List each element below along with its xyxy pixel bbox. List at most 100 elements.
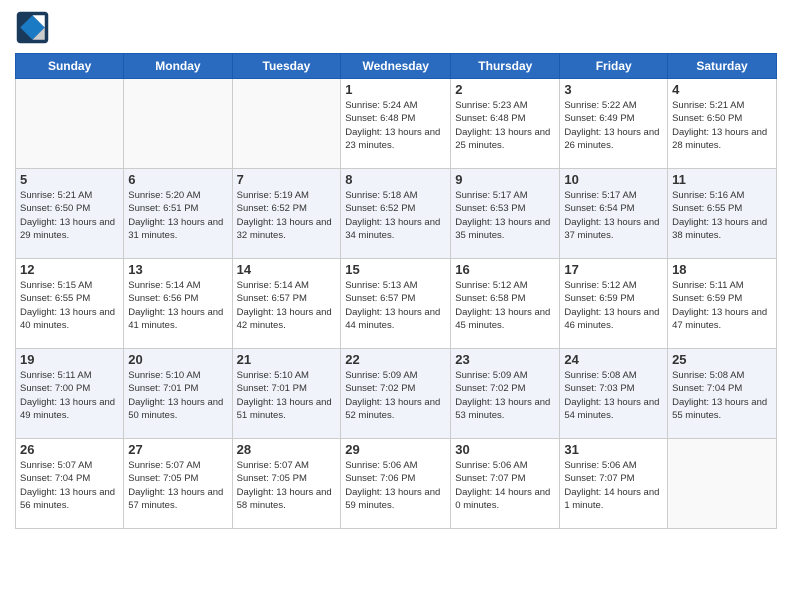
day-of-week-header: Tuesday <box>232 54 341 79</box>
day-number: 6 <box>128 172 227 187</box>
day-info: Sunrise: 5:14 AM Sunset: 6:57 PM Dayligh… <box>237 279 337 332</box>
day-info: Sunrise: 5:21 AM Sunset: 6:50 PM Dayligh… <box>20 189 119 242</box>
calendar-cell: 6 Sunrise: 5:20 AM Sunset: 6:51 PM Daylig… <box>124 169 232 259</box>
calendar-cell: 12 Sunrise: 5:15 AM Sunset: 6:55 PM Dayli… <box>16 259 124 349</box>
day-info: Sunrise: 5:11 AM Sunset: 7:00 PM Dayligh… <box>20 369 119 422</box>
day-number: 4 <box>672 82 772 97</box>
day-info: Sunrise: 5:23 AM Sunset: 6:48 PM Dayligh… <box>455 99 555 152</box>
day-number: 28 <box>237 442 337 457</box>
day-number: 29 <box>345 442 446 457</box>
days-header-row: SundayMondayTuesdayWednesdayThursdayFrid… <box>16 54 777 79</box>
day-info: Sunrise: 5:07 AM Sunset: 7:05 PM Dayligh… <box>237 459 337 512</box>
day-of-week-header: Thursday <box>451 54 560 79</box>
day-number: 22 <box>345 352 446 367</box>
day-number: 8 <box>345 172 446 187</box>
day-info: Sunrise: 5:06 AM Sunset: 7:07 PM Dayligh… <box>455 459 555 512</box>
calendar-cell: 5 Sunrise: 5:21 AM Sunset: 6:50 PM Daylig… <box>16 169 124 259</box>
calendar-cell: 1 Sunrise: 5:24 AM Sunset: 6:48 PM Daylig… <box>341 79 451 169</box>
calendar-cell: 3Sunrise: 5:22 AM Sunset: 6:49 PM Daylig… <box>560 79 668 169</box>
calendar-cell: 7 Sunrise: 5:19 AM Sunset: 6:52 PM Daylig… <box>232 169 341 259</box>
calendar-cell: 20 Sunrise: 5:10 AM Sunset: 7:01 PM Dayli… <box>124 349 232 439</box>
calendar-cell: 19 Sunrise: 5:11 AM Sunset: 7:00 PM Dayli… <box>16 349 124 439</box>
day-number: 19 <box>20 352 119 367</box>
calendar-cell: 14 Sunrise: 5:14 AM Sunset: 6:57 PM Dayli… <box>232 259 341 349</box>
calendar-cell: 10 Sunrise: 5:17 AM Sunset: 6:54 PM Dayli… <box>560 169 668 259</box>
day-number: 17 <box>564 262 663 277</box>
calendar-cell: 11Sunrise: 5:16 AM Sunset: 6:55 PM Dayli… <box>668 169 777 259</box>
day-number: 25 <box>672 352 772 367</box>
day-info: Sunrise: 5:12 AM Sunset: 6:58 PM Dayligh… <box>455 279 555 332</box>
day-number: 1 <box>345 82 446 97</box>
calendar-week-row: 26 Sunrise: 5:07 AM Sunset: 7:04 PM Dayli… <box>16 439 777 529</box>
header <box>15 10 777 45</box>
day-number: 9 <box>455 172 555 187</box>
day-info: Sunrise: 5:09 AM Sunset: 7:02 PM Dayligh… <box>345 369 446 422</box>
day-info: Sunrise: 5:17 AM Sunset: 6:53 PM Dayligh… <box>455 189 555 242</box>
calendar-cell: 24 Sunrise: 5:08 AM Sunset: 7:03 PM Dayli… <box>560 349 668 439</box>
day-number: 5 <box>20 172 119 187</box>
calendar-cell: 9 Sunrise: 5:17 AM Sunset: 6:53 PM Daylig… <box>451 169 560 259</box>
day-of-week-header: Friday <box>560 54 668 79</box>
day-info: Sunrise: 5:10 AM Sunset: 7:01 PM Dayligh… <box>237 369 337 422</box>
calendar-cell: 22 Sunrise: 5:09 AM Sunset: 7:02 PM Dayli… <box>341 349 451 439</box>
calendar-cell <box>16 79 124 169</box>
day-info: Sunrise: 5:07 AM Sunset: 7:05 PM Dayligh… <box>128 459 227 512</box>
calendar-cell: 26 Sunrise: 5:07 AM Sunset: 7:04 PM Dayli… <box>16 439 124 529</box>
day-number: 21 <box>237 352 337 367</box>
calendar-cell: 31 Sunrise: 5:06 AM Sunset: 7:07 PM Dayli… <box>560 439 668 529</box>
day-info: Sunrise: 5:10 AM Sunset: 7:01 PM Dayligh… <box>128 369 227 422</box>
calendar-cell: 2 Sunrise: 5:23 AM Sunset: 6:48 PM Daylig… <box>451 79 560 169</box>
day-info: Sunrise: 5:18 AM Sunset: 6:52 PM Dayligh… <box>345 189 446 242</box>
day-of-week-header: Sunday <box>16 54 124 79</box>
day-info: Sunrise: 5:24 AM Sunset: 6:48 PM Dayligh… <box>345 99 446 152</box>
day-number: 2 <box>455 82 555 97</box>
day-number: 27 <box>128 442 227 457</box>
day-number: 26 <box>20 442 119 457</box>
calendar-cell: 4Sunrise: 5:21 AM Sunset: 6:50 PM Daylig… <box>668 79 777 169</box>
day-info: Sunrise: 5:17 AM Sunset: 6:54 PM Dayligh… <box>564 189 663 242</box>
day-info: Sunrise: 5:19 AM Sunset: 6:52 PM Dayligh… <box>237 189 337 242</box>
calendar-cell: 18Sunrise: 5:11 AM Sunset: 6:59 PM Dayli… <box>668 259 777 349</box>
day-number: 10 <box>564 172 663 187</box>
calendar-cell: 17 Sunrise: 5:12 AM Sunset: 6:59 PM Dayli… <box>560 259 668 349</box>
day-info: Sunrise: 5:16 AM Sunset: 6:55 PM Dayligh… <box>672 189 772 242</box>
day-info: Sunrise: 5:08 AM Sunset: 7:04 PM Dayligh… <box>672 369 772 422</box>
calendar-cell: 15Sunrise: 5:13 AM Sunset: 6:57 PM Dayli… <box>341 259 451 349</box>
day-info: Sunrise: 5:15 AM Sunset: 6:55 PM Dayligh… <box>20 279 119 332</box>
calendar-cell: 16 Sunrise: 5:12 AM Sunset: 6:58 PM Dayli… <box>451 259 560 349</box>
day-info: Sunrise: 5:08 AM Sunset: 7:03 PM Dayligh… <box>564 369 663 422</box>
logo <box>15 10 50 45</box>
day-number: 20 <box>128 352 227 367</box>
calendar-cell: 8 Sunrise: 5:18 AM Sunset: 6:52 PM Daylig… <box>341 169 451 259</box>
calendar-cell: 30 Sunrise: 5:06 AM Sunset: 7:07 PM Dayli… <box>451 439 560 529</box>
day-info: Sunrise: 5:07 AM Sunset: 7:04 PM Dayligh… <box>20 459 119 512</box>
calendar-cell: 21 Sunrise: 5:10 AM Sunset: 7:01 PM Dayli… <box>232 349 341 439</box>
day-info: Sunrise: 5:14 AM Sunset: 6:56 PM Dayligh… <box>128 279 227 332</box>
day-info: Sunrise: 5:20 AM Sunset: 6:51 PM Dayligh… <box>128 189 227 242</box>
calendar-week-row: 12 Sunrise: 5:15 AM Sunset: 6:55 PM Dayli… <box>16 259 777 349</box>
calendar-cell <box>668 439 777 529</box>
calendar-cell: 23Sunrise: 5:09 AM Sunset: 7:02 PM Dayli… <box>451 349 560 439</box>
day-number: 31 <box>564 442 663 457</box>
day-number: 7 <box>237 172 337 187</box>
calendar-cell <box>232 79 341 169</box>
day-number: 16 <box>455 262 555 277</box>
day-of-week-header: Monday <box>124 54 232 79</box>
day-number: 15 <box>345 262 446 277</box>
day-info: Sunrise: 5:09 AM Sunset: 7:02 PM Dayligh… <box>455 369 555 422</box>
logo-icon <box>15 10 50 45</box>
calendar-cell: 13 Sunrise: 5:14 AM Sunset: 6:56 PM Dayli… <box>124 259 232 349</box>
day-number: 14 <box>237 262 337 277</box>
day-number: 12 <box>20 262 119 277</box>
day-info: Sunrise: 5:06 AM Sunset: 7:06 PM Dayligh… <box>345 459 446 512</box>
day-number: 13 <box>128 262 227 277</box>
day-number: 30 <box>455 442 555 457</box>
calendar-cell: 25 Sunrise: 5:08 AM Sunset: 7:04 PM Dayli… <box>668 349 777 439</box>
calendar: SundayMondayTuesdayWednesdayThursdayFrid… <box>15 53 777 529</box>
calendar-week-row: 1 Sunrise: 5:24 AM Sunset: 6:48 PM Daylig… <box>16 79 777 169</box>
day-info: Sunrise: 5:22 AM Sunset: 6:49 PM Dayligh… <box>564 99 663 152</box>
day-info: Sunrise: 5:06 AM Sunset: 7:07 PM Dayligh… <box>564 459 663 512</box>
day-info: Sunrise: 5:12 AM Sunset: 6:59 PM Dayligh… <box>564 279 663 332</box>
day-number: 24 <box>564 352 663 367</box>
page-container: SundayMondayTuesdayWednesdayThursdayFrid… <box>0 0 792 539</box>
